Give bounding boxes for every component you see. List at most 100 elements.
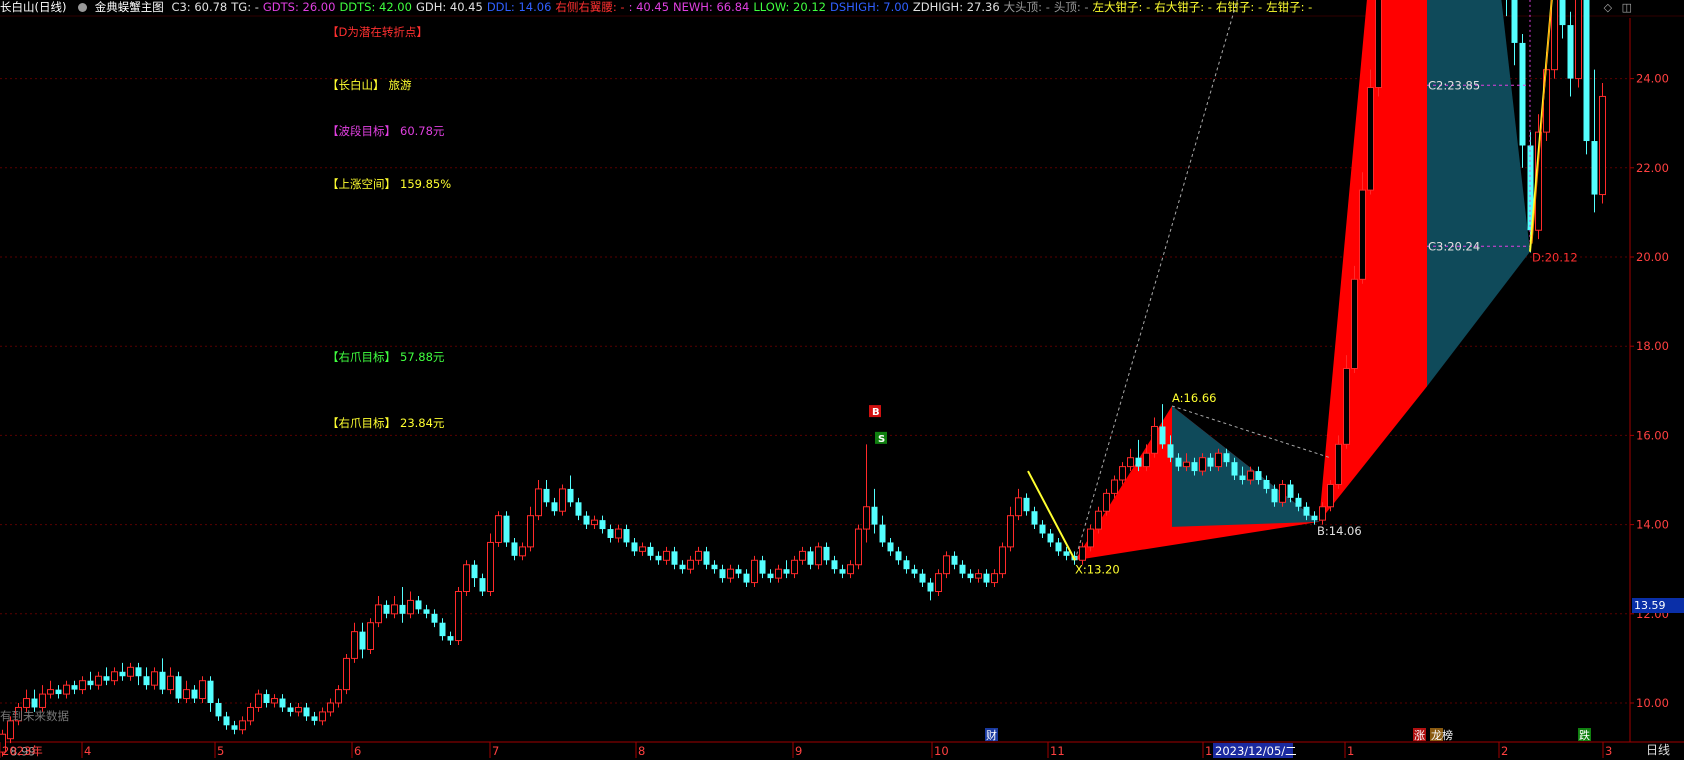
period-selector[interactable]: 日线 [1632,742,1684,758]
finance-marker: 财 [986,728,997,742]
time-tick-label: 2023年 [2,744,43,758]
candle-up [351,631,358,659]
candle-down [1031,511,1038,525]
candle-up [751,559,758,584]
candle-up [271,698,278,704]
candle-up [1279,483,1286,503]
candle-up [111,671,118,682]
candle-down [1591,141,1598,195]
candle-down [951,555,958,565]
candle-up [975,573,982,579]
candle-up [1127,457,1134,468]
time-tick-label: 4 [84,744,91,758]
price-tick-label: 20.00 [1636,250,1669,264]
candle-down [1023,497,1030,512]
buy-marker-label: B [872,407,880,418]
candle-up [343,657,350,691]
point-x-label: X:13.20 [1075,562,1120,576]
candle-down [1039,524,1046,534]
candle-down [719,569,726,579]
candle-up [79,680,86,691]
candle-down [143,676,150,686]
candle-up [695,550,702,561]
time-tick-label: 11 [1050,744,1065,758]
candle-down [575,502,582,516]
candle-down [55,689,62,695]
candle-down [479,578,486,592]
point-b-label: B:14.06 [1317,524,1362,538]
candle-down [631,542,638,552]
candle-down [983,573,990,583]
candle-up [727,568,734,579]
candle-up [455,591,462,642]
price-tick-label: 16.00 [1636,428,1669,442]
candle-down [1191,462,1198,472]
candle-down [759,560,766,574]
candle-down [655,555,662,561]
candle-up [327,702,334,713]
candle-up [63,684,70,695]
candle-down [191,689,198,699]
current-price-tag: 13.59 [1632,598,1684,613]
time-tick-label: 6 [354,744,361,758]
candle-up [535,488,542,517]
candle-up [1199,457,1206,472]
candle-down [911,569,918,574]
candle-down [311,716,318,721]
candle-up [815,546,822,566]
candle-down [623,529,630,543]
candle-up [239,720,246,731]
candle-down [743,573,750,583]
candle-up [1551,0,1558,71]
candle-up [183,689,190,700]
candle-up [463,564,470,592]
candle-up [1215,452,1222,468]
candle-down [263,694,270,703]
candle-down [807,551,814,565]
level-c3-label: C3:20.24 [1428,239,1480,253]
candle-up [935,573,942,592]
candle-down [1055,542,1062,552]
candle-down [415,600,422,610]
candle-down [1303,506,1310,516]
candle-down [1167,444,1174,458]
candle-down [175,676,182,699]
candle-up [23,698,30,708]
candle-down [1263,480,1270,489]
candle-up [391,604,398,615]
candle-up [1007,515,1014,548]
time-tick-label: 2 [1501,744,1508,758]
candle-down [1519,42,1526,146]
candle-up [1599,95,1606,196]
candle-down [607,529,614,538]
candle-down [215,703,222,717]
candle-up [1183,461,1190,468]
candle-down [503,515,510,543]
candle-up [559,488,566,512]
candle-down [711,564,718,570]
candle-down [71,685,78,690]
candle-down [1063,551,1070,556]
candle-down [1231,462,1238,476]
kline-chart[interactable]: X:13.20A:16.66B:14.06D:20.1240.45C1:31.0… [0,0,1684,760]
candle-down [31,698,38,708]
candle-down [831,560,838,570]
candle-up [375,604,382,624]
candle-up [1319,506,1326,521]
candle-up [855,528,862,566]
candle-up [1079,546,1086,561]
candle-up [1103,492,1110,512]
candle-up [167,675,174,691]
candle-down [87,680,94,686]
candle-down [823,546,830,561]
candle-down [1135,457,1142,467]
candle-up [39,693,46,708]
candle-up [615,528,622,539]
candle-down [1567,25,1574,79]
price-tick-label: 24.00 [1636,72,1669,86]
candle-down [423,609,430,614]
candle-up [1111,479,1118,494]
candle-down [135,667,142,677]
price-tick-label: 10.00 [1636,696,1669,710]
candle-up [1015,497,1022,517]
